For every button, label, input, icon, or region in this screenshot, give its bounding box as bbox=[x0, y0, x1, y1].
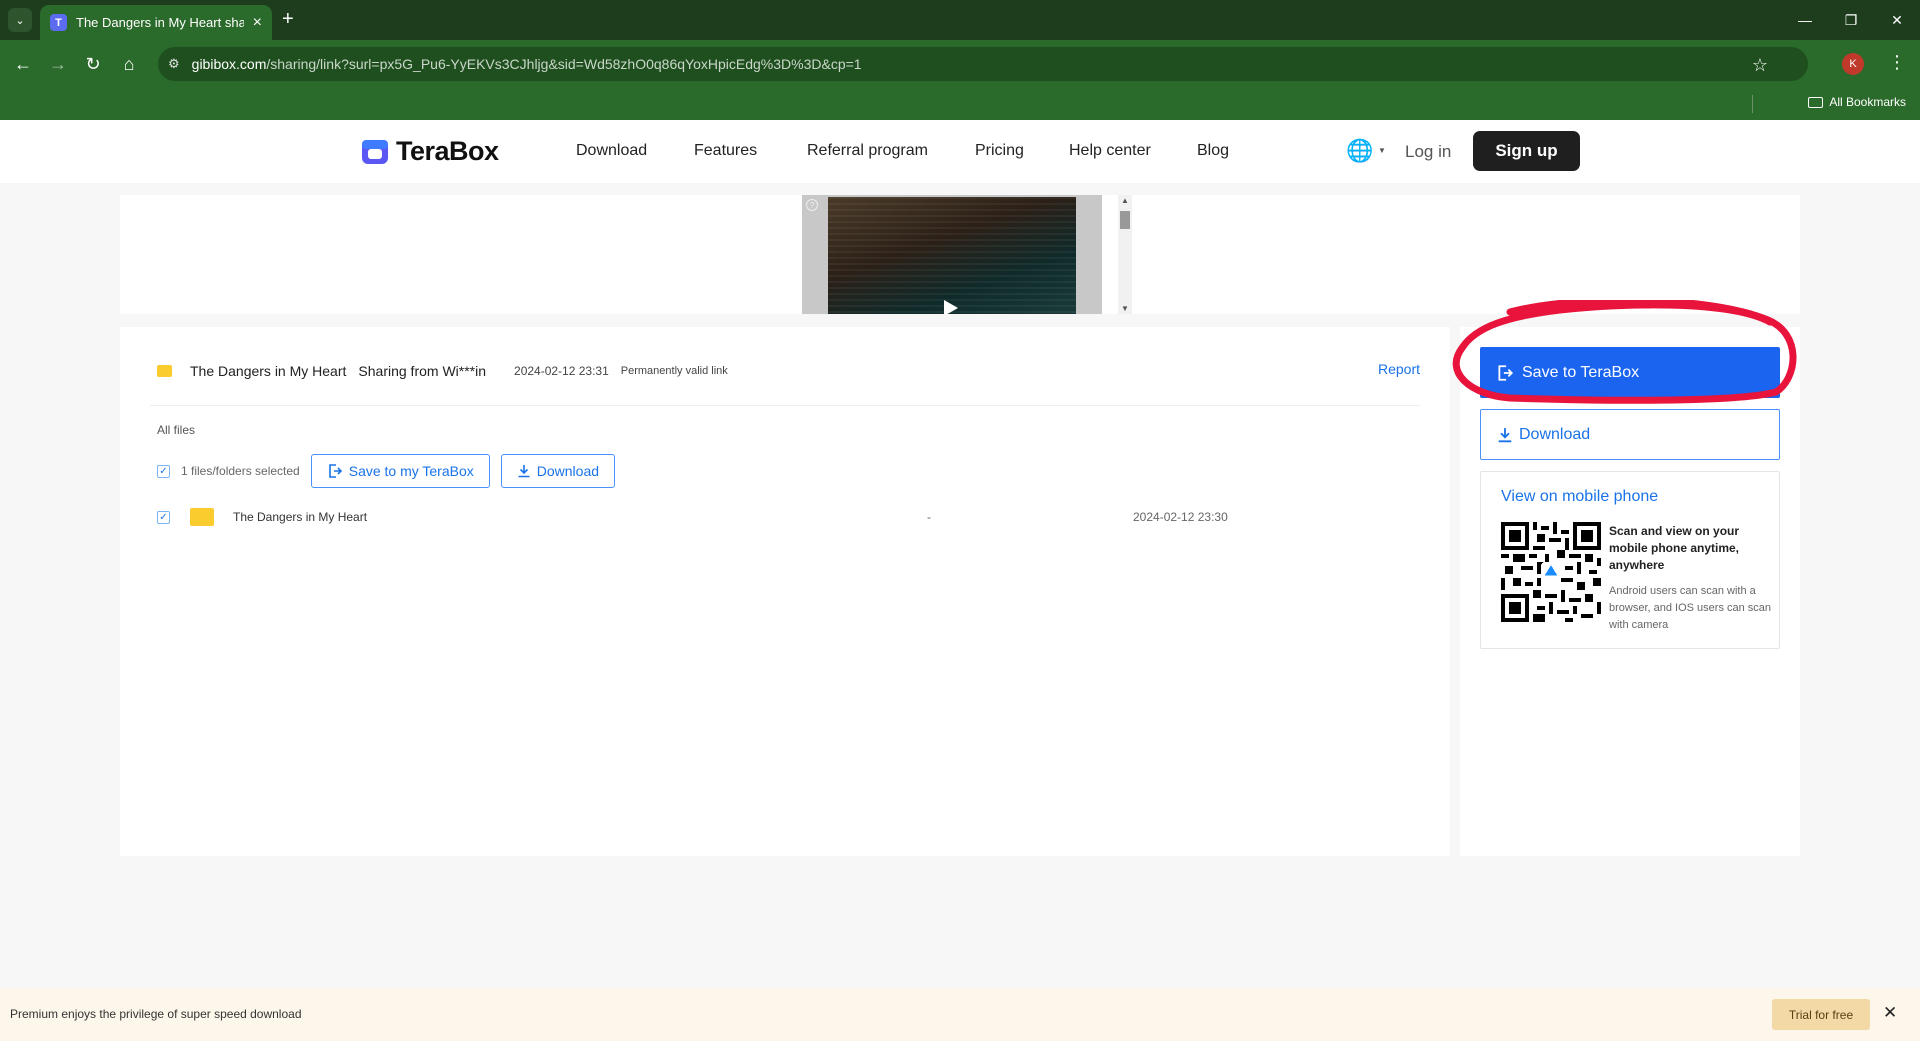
terabox-logo-icon bbox=[362, 139, 388, 164]
nav-features[interactable]: Features bbox=[694, 142, 757, 160]
file-name[interactable]: The Dangers in My Heart bbox=[233, 510, 933, 524]
promo-text: Premium enjoys the privilege of super sp… bbox=[10, 1007, 302, 1021]
nav-download[interactable]: Download bbox=[576, 142, 647, 160]
close-tab-icon[interactable]: × bbox=[253, 14, 262, 32]
signup-button[interactable]: Sign up bbox=[1473, 131, 1580, 171]
ad-info-icon[interactable]: ? bbox=[806, 199, 818, 211]
ad-play-icon[interactable] bbox=[944, 300, 958, 314]
nav-help-center[interactable]: Help center bbox=[1069, 142, 1151, 160]
qr-code-icon bbox=[1501, 522, 1601, 622]
select-all-checkbox[interactable]: ✓ bbox=[157, 464, 170, 478]
restore-icon[interactable]: ❐ bbox=[1828, 0, 1874, 40]
ad-scroll-thumb[interactable] bbox=[1120, 211, 1130, 229]
nav-pricing[interactable]: Pricing bbox=[975, 142, 1024, 160]
share-from: Sharing from Wi***in bbox=[358, 363, 487, 379]
download-label: Download bbox=[536, 463, 600, 479]
bookmark-star-icon[interactable]: ☆ bbox=[1752, 55, 1768, 76]
browser-toolbar: ← → ↻ ⌂ ⚙ gibibox.com/sharing/link?surl=… bbox=[0, 40, 1920, 87]
header-divider bbox=[150, 405, 1420, 406]
terabox-favicon-icon: T bbox=[50, 14, 67, 31]
save-to-my-terabox-label: Save to my TeraBox bbox=[348, 463, 474, 479]
ad-video-texture bbox=[828, 197, 1076, 314]
share-header: The Dangers in My Heart Sharing from Wi*… bbox=[157, 359, 1420, 383]
reload-icon[interactable]: ↻ bbox=[80, 51, 106, 77]
browser-tab[interactable]: T The Dangers in My Heart shared × bbox=[40, 5, 272, 40]
terabox-logo[interactable]: TeraBox bbox=[360, 136, 499, 167]
selection-count: 1 files/folders selected bbox=[181, 464, 300, 478]
language-globe-icon[interactable]: 🌐 bbox=[1346, 138, 1373, 164]
ad-video[interactable] bbox=[828, 197, 1076, 314]
bookmarks-bar: All Bookmarks bbox=[0, 87, 1920, 120]
site-info-icon[interactable]: ⚙ bbox=[168, 56, 180, 72]
home-icon[interactable]: ⌂ bbox=[116, 51, 142, 77]
download-icon bbox=[1498, 427, 1512, 442]
mobile-view-card: View on mobile phone Scan and view on yo… bbox=[1480, 471, 1780, 649]
file-checkbox[interactable]: ✓ bbox=[157, 510, 170, 524]
window-controls: — ❐ ✕ bbox=[1782, 0, 1920, 40]
language-caret-icon[interactable]: ▼ bbox=[1378, 146, 1386, 155]
ad-frame[interactable]: ? bbox=[802, 195, 1102, 314]
download-button[interactable]: Download bbox=[500, 454, 616, 488]
share-date: 2024-02-12 23:31 bbox=[514, 364, 609, 378]
bookmark-folder-icon bbox=[1808, 96, 1824, 108]
save-to-my-terabox-button[interactable]: Save to my TeraBox bbox=[310, 454, 490, 488]
side-panel: Save to TeraBox Download View on mobile … bbox=[1460, 327, 1800, 856]
close-icon[interactable]: ✕ bbox=[1883, 1003, 1897, 1023]
download-icon bbox=[518, 465, 530, 478]
report-link[interactable]: Report bbox=[1378, 361, 1420, 377]
all-bookmarks-label: All Bookmarks bbox=[1829, 95, 1906, 109]
side-download-label: Download bbox=[1519, 425, 1591, 443]
browser-menu-icon[interactable]: ⋮ bbox=[1888, 52, 1906, 73]
tab-title: The Dangers in My Heart shared bbox=[76, 15, 244, 30]
nav-referral-program[interactable]: Referral program bbox=[807, 142, 928, 160]
url-host: gibibox.com bbox=[191, 56, 267, 72]
selection-toolbar: ✓ 1 files/folders selected Save to my Te… bbox=[157, 454, 626, 488]
share-panel: The Dangers in My Heart Sharing from Wi*… bbox=[120, 327, 1450, 856]
scroll-up-icon[interactable]: ▲ bbox=[1121, 196, 1129, 205]
save-export-icon bbox=[1498, 364, 1514, 381]
share-title: The Dangers in My Heart bbox=[190, 363, 347, 379]
back-arrow-icon[interactable]: ← bbox=[10, 51, 36, 77]
site-header: TeraBox Download Features Referral progr… bbox=[0, 120, 1920, 183]
file-row[interactable]: ✓ The Dangers in My Heart - 2024-02-12 2… bbox=[157, 505, 1420, 529]
forward-arrow-icon[interactable]: → bbox=[45, 51, 71, 77]
tab-search-button[interactable]: ⌄ bbox=[8, 8, 32, 32]
logo-text: TeraBox bbox=[396, 136, 499, 166]
premium-promo-bar: Premium enjoys the privilege of super sp… bbox=[0, 988, 1920, 1041]
folder-icon bbox=[190, 508, 214, 526]
save-export-icon bbox=[328, 464, 342, 478]
nav-blog[interactable]: Blog bbox=[1197, 142, 1229, 160]
file-date: 2024-02-12 23:30 bbox=[1133, 510, 1228, 524]
scroll-down-icon[interactable]: ▼ bbox=[1121, 304, 1129, 313]
ad-scrollbar[interactable]: ▲ ▼ bbox=[1118, 195, 1132, 314]
file-size: - bbox=[927, 510, 931, 524]
minimize-icon[interactable]: — bbox=[1782, 0, 1828, 40]
folder-icon bbox=[157, 365, 172, 377]
login-link[interactable]: Log in bbox=[1405, 142, 1451, 162]
bookmarks-separator bbox=[1752, 95, 1753, 113]
mobile-view-title: View on mobile phone bbox=[1501, 488, 1659, 505]
profile-avatar[interactable]: K bbox=[1842, 53, 1864, 75]
all-bookmarks-button[interactable]: All Bookmarks bbox=[1808, 95, 1906, 109]
ad-banner: ? ▲ ▼ bbox=[120, 195, 1800, 314]
breadcrumb-all-files[interactable]: All files bbox=[157, 423, 195, 437]
trial-for-free-button[interactable]: Trial for free bbox=[1772, 999, 1870, 1030]
address-bar[interactable]: ⚙ gibibox.com/sharing/link?surl=px5G_Pu6… bbox=[158, 47, 1808, 81]
browser-tab-bar: ⌄ T The Dangers in My Heart shared × + —… bbox=[0, 0, 1920, 40]
qr-note: Android users can scan with a browser, a… bbox=[1609, 585, 1772, 631]
url-text: gibibox.com/sharing/link?surl=px5G_Pu6-Y… bbox=[192, 56, 862, 72]
url-path: /sharing/link?surl=px5G_Pu6-YyEKVs3CJhlj… bbox=[266, 56, 862, 72]
side-download-button[interactable]: Download bbox=[1480, 409, 1780, 460]
new-tab-button[interactable]: + bbox=[282, 8, 294, 31]
qr-caption: Scan and view on your mobile phone anyti… bbox=[1609, 524, 1740, 572]
save-to-terabox-label: Save to TeraBox bbox=[1522, 363, 1640, 381]
close-window-icon[interactable]: ✕ bbox=[1874, 0, 1920, 40]
save-to-terabox-button[interactable]: Save to TeraBox bbox=[1480, 347, 1780, 398]
share-validity: Permanently valid link bbox=[620, 365, 728, 377]
